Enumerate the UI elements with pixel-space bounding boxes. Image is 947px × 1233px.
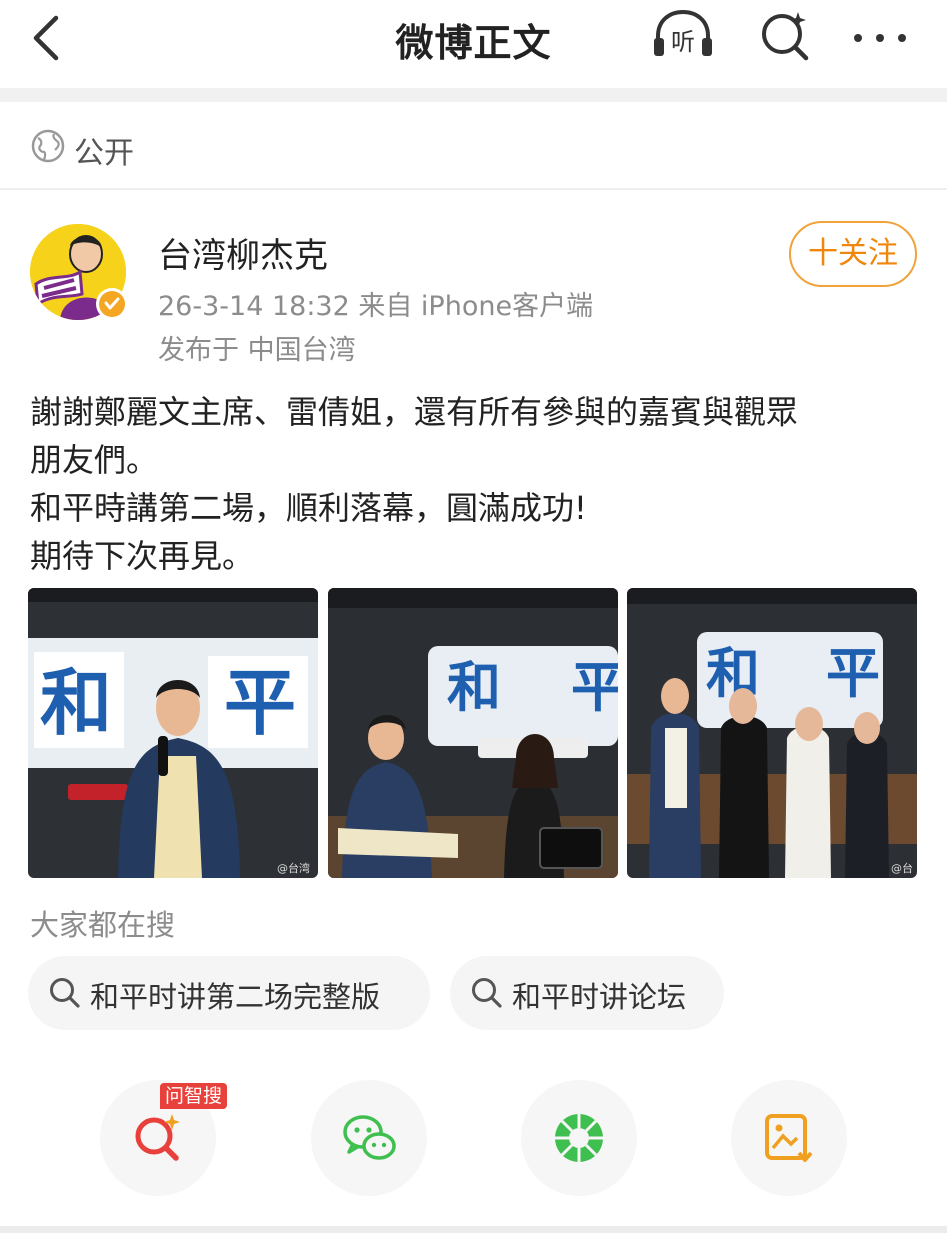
save-image-icon: [765, 1114, 813, 1162]
photo-speaker-image: 和 平 @台湾: [28, 588, 318, 878]
ai-search-button[interactable]: [752, 6, 822, 62]
bottom-strip: [0, 1226, 947, 1233]
more-dots-icon: [854, 34, 906, 42]
photo-watermark: @台湾: [277, 861, 310, 875]
post-meta: 26-3-14 18:32 来自 iPhone客户端: [158, 291, 594, 322]
share-moments-button[interactable]: [521, 1080, 637, 1196]
trending-chip-label: 和平时讲第二场完整版: [90, 980, 381, 1014]
post-line: 期待下次再見。: [30, 537, 255, 575]
sign-text: 和: [40, 661, 112, 745]
ai-search-badge: 问智搜: [160, 1083, 228, 1109]
trending-heading: 大家都在搜: [30, 908, 176, 942]
post-line: 謝謝鄭麗文主席、雷倩姐，還有所有參與的嘉賓與觀眾: [30, 393, 799, 431]
visibility-row: 公开: [0, 102, 947, 190]
sign-text: 和: [447, 656, 501, 719]
post-line: 朋友們。: [30, 441, 159, 479]
sign-text: 平: [826, 642, 880, 705]
photo-watermark: @台: [891, 861, 913, 875]
trending-chip[interactable]: 和平时讲第二场完整版: [28, 956, 430, 1030]
visibility-label: 公开: [74, 136, 134, 171]
verified-icon: [99, 291, 125, 317]
listen-button[interactable]: 听: [648, 6, 718, 62]
verified-badge: [96, 288, 128, 320]
ai-search-icon: [135, 1114, 180, 1161]
search-sparkle-icon: [762, 12, 809, 61]
save-image-button[interactable]: [731, 1080, 847, 1196]
globe-icon: [31, 129, 65, 163]
sign-text: 平: [224, 661, 296, 745]
search-icon: [50, 978, 80, 1008]
headphones-icon: 听: [654, 9, 712, 56]
photo-dialogue-image: 和 平: [328, 588, 618, 878]
post-location: 发布于 中国台湾: [158, 335, 356, 366]
post-line: 和平時講第二場，順利落幕，圓滿成功!: [30, 489, 587, 527]
wechat-icon: [343, 1115, 396, 1160]
sign-text: 平: [571, 656, 618, 719]
top-bar: 微博正文 听: [0, 0, 947, 88]
share-wechat-button[interactable]: [311, 1080, 427, 1196]
follow-button[interactable]: 十关注: [789, 221, 917, 287]
trending-chip-label: 和平时讲论坛: [512, 980, 687, 1014]
moments-icon: [555, 1114, 603, 1162]
post-photo[interactable]: 和 平 @台: [627, 588, 917, 878]
listen-label: 听: [671, 28, 695, 56]
trending-chip[interactable]: 和平时讲论坛: [450, 956, 724, 1030]
section-divider: [0, 88, 947, 102]
search-icon: [472, 978, 502, 1008]
post-photo[interactable]: 和 平 @台湾: [28, 588, 318, 878]
more-button[interactable]: [842, 6, 912, 62]
photo-group-image: 和 平 @台: [627, 588, 917, 878]
post-photo[interactable]: 和 平: [328, 588, 618, 878]
post-body: 謝謝鄭麗文主席、雷倩姐，還有所有參與的嘉賓與觀眾 朋友們。 和平時講第二場，順利…: [30, 388, 920, 580]
author-name[interactable]: 台湾柳杰克: [158, 228, 328, 277]
